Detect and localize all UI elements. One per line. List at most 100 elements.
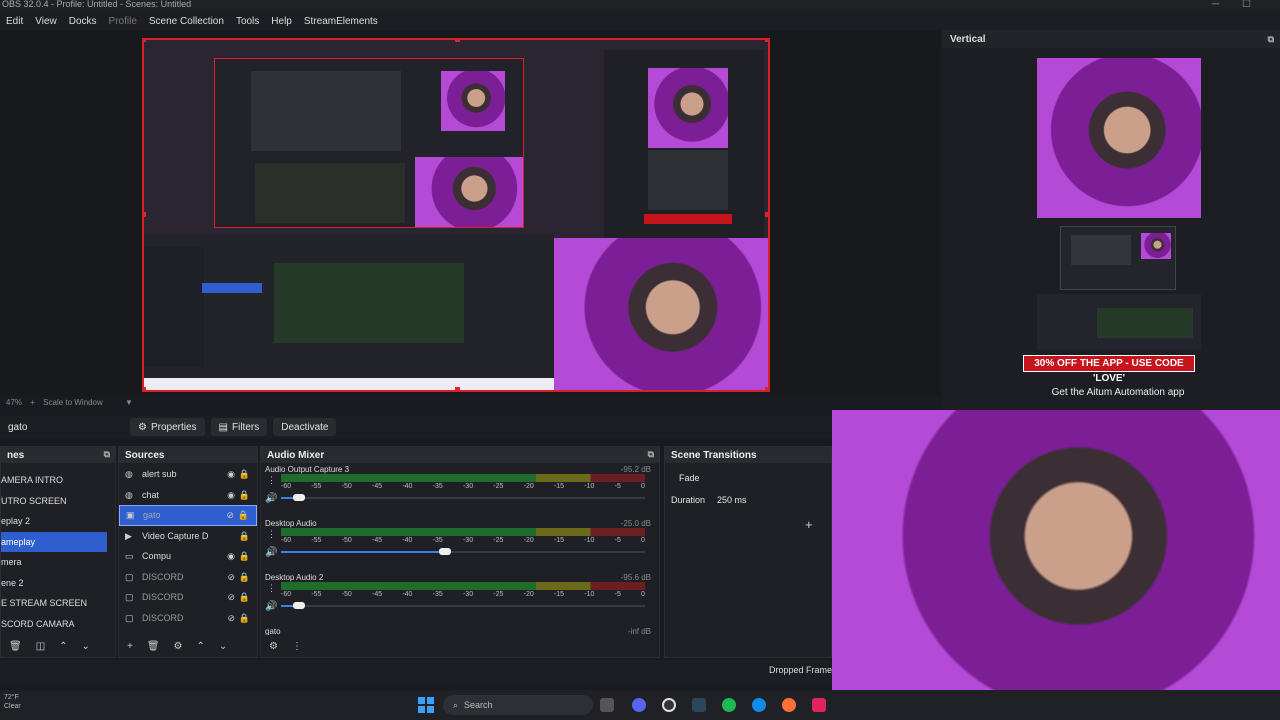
kebab-menu-icon[interactable]: ⋮ [267,583,276,594]
deactivate-button[interactable]: Deactivate [273,418,337,436]
task-view-icon[interactable] [600,698,614,712]
menu-view[interactable]: View [29,16,63,27]
vertical-screen-capture [1060,226,1176,290]
eye-icon[interactable]: ◉ [227,546,235,566]
windows-start-icon[interactable] [418,697,434,713]
volume-slider[interactable] [281,494,645,501]
maximize-icon[interactable]: ☐ [1242,0,1251,10]
eye-hidden-icon[interactable]: ⊘ [227,567,235,587]
scene-filter-icon[interactable]: ◫ [36,641,45,652]
scale-tick: -5 [614,537,621,544]
menu-edit[interactable]: Edit [0,16,29,27]
filters-button[interactable]: ▤ Filters [210,418,268,436]
spotify-icon[interactable] [722,698,736,712]
edge-icon[interactable] [752,698,766,712]
lock-icon[interactable]: 🔒 [239,526,250,546]
menu-tools[interactable]: Tools [230,16,265,27]
source-item[interactable]: ▶ Video Capture D 🔒 [119,526,257,547]
source-item-selected[interactable]: ▣ gato ⊘ 🔒 [119,505,257,526]
lock-icon[interactable]: 🔒 [239,567,250,587]
source-item[interactable]: ▭ Compu ◉ 🔒 [119,546,257,567]
kebab-menu-icon[interactable]: ⋮ [267,529,276,540]
source-item[interactable]: ◍ chat ◉ 🔒 [119,485,257,506]
volume-slider[interactable] [281,548,645,555]
scene-item[interactable]: ene 2 [1,573,107,594]
transition-type-select[interactable]: Fade [679,473,700,483]
scene-item[interactable]: SCORD CAMARA [1,614,107,635]
kebab-menu-icon[interactable]: ⋮ [292,641,302,652]
properties-button[interactable]: ⚙ Properties [130,418,205,436]
source-item[interactable]: ▢ DISCORD ⊘ 🔒 [119,608,257,629]
eye-hidden-icon[interactable]: ⊘ [226,505,234,525]
speaker-icon[interactable]: 🔊 [265,547,277,558]
discord-icon[interactable] [632,698,646,712]
app-icon[interactable] [812,698,826,712]
speaker-icon[interactable]: 🔊 [265,601,277,612]
obs-icon[interactable] [662,698,676,712]
minimize-icon[interactable]: ─ [1212,0,1219,10]
duration-input[interactable]: 250 ms [717,495,747,505]
popout-icon[interactable]: ⧉ [104,449,110,460]
globe-icon: ◍ [125,489,133,500]
menu-scene-collection[interactable]: Scene Collection [143,16,230,27]
add-source-icon[interactable]: + [127,641,133,652]
source-item[interactable]: ▢ DISCORD ⊘ 🔒 [119,587,257,608]
scene-transitions-dock: Scene Transitions Fade Duration 250 ms + [664,446,832,658]
scene-item[interactable]: AMERA INTRO [1,470,107,491]
move-up-icon[interactable]: ⌃ [59,641,67,652]
zoom-plus-icon[interactable]: + [30,398,35,407]
menu-help[interactable]: Help [265,16,298,27]
scale-tick: -45 [371,483,383,490]
scene-item[interactable]: E STREAM SCREEN [1,593,107,614]
scale-tick: -55 [311,483,322,490]
scale-tick: -35 [432,591,443,598]
scale-mode[interactable]: Scale to Window [43,398,103,407]
popout-icon[interactable]: ⧉ [1268,34,1274,45]
menu-streamelements[interactable]: StreamElements [298,16,384,27]
firefox-icon[interactable] [782,698,796,712]
scenes-title: nes [7,449,25,461]
eye-hidden-icon[interactable]: ⊘ [227,608,235,628]
volume-slider[interactable] [281,602,645,609]
menu-docks[interactable]: Docks [63,16,103,27]
chevron-down-icon[interactable]: ▼ [125,398,133,407]
nested-webcam [415,157,523,227]
eye-icon[interactable]: ◉ [227,464,235,484]
kebab-menu-icon[interactable]: ⋮ [267,475,276,486]
lock-icon[interactable]: 🔒 [238,505,249,525]
scene-item[interactable]: mera [1,552,107,573]
move-down-icon[interactable]: ⌄ [82,641,90,652]
lock-icon[interactable]: 🔒 [239,485,250,505]
remove-scene-icon[interactable]: 🗑 [9,641,22,652]
speaker-icon[interactable]: 🔊 [265,493,277,504]
preview-canvas[interactable] [142,38,770,392]
lock-icon[interactable]: 🔒 [239,464,250,484]
scale-tick: -30 [462,537,474,544]
popout-icon[interactable]: ⧉ [648,449,654,460]
scale-tick: -40 [402,537,413,544]
lock-icon[interactable]: 🔒 [239,608,250,628]
source-item[interactable]: ▢ DISCORD ⊘ 🔒 [119,567,257,588]
remove-source-icon[interactable]: 🗑 [147,641,160,652]
steam-icon[interactable] [692,698,706,712]
source-item[interactable]: ◍ alert sub ◉ 🔒 [119,464,257,485]
channel-db: -95.2 dB [620,465,651,474]
window-title: OBS 32.0.4 - Profile: Untitled - Scenes:… [2,0,192,9]
eye-hidden-icon[interactable]: ⊘ [227,587,235,607]
window-icon: ▢ [125,592,134,603]
lock-icon[interactable]: 🔒 [239,546,250,566]
taskbar-search[interactable]: ⌕ Search [443,695,593,715]
move-down-icon[interactable]: ⌄ [219,641,227,652]
move-up-icon[interactable]: ⌃ [197,641,205,652]
scene-item-selected[interactable]: ameplay [1,531,107,552]
menu-bar: Edit View Docks Profile Scene Collection… [0,12,1280,30]
lock-icon[interactable]: 🔒 [239,587,250,607]
mixer-settings-icon[interactable]: ⚙ [269,641,278,652]
weather-widget[interactable]: 72°F Clear [4,693,21,711]
scene-item[interactable]: UTRO SCREEN [1,491,107,512]
add-transition-icon[interactable]: + [805,517,813,532]
eye-icon[interactable]: ◉ [227,485,235,505]
scene-item[interactable]: eplay 2 [1,511,107,532]
menu-profile[interactable]: Profile [103,16,143,27]
source-settings-icon[interactable]: ⚙ [174,641,183,652]
